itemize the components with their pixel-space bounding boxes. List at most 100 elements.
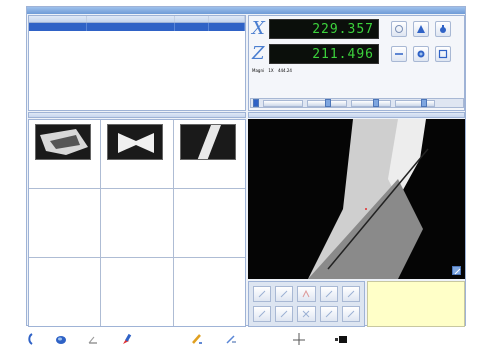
thumbnail-image[interactable] — [35, 124, 91, 160]
tool-point-button[interactable] — [253, 286, 272, 302]
slider-thumb[interactable] — [373, 99, 379, 107]
camera-button[interactable] — [332, 330, 350, 348]
tool-radius-button[interactable] — [341, 306, 360, 322]
lens-button[interactable] — [413, 46, 429, 62]
dro-panel: X 229.357 Z 211.496 Magni 1X 444.24 — [248, 15, 465, 111]
camera-zoom-button[interactable] — [452, 266, 461, 275]
camera-view[interactable] — [248, 119, 465, 279]
circle-tool-icon — [325, 290, 333, 298]
column-header-4[interactable] — [209, 16, 245, 22]
triangle-icon — [417, 25, 425, 33]
probe-button[interactable] — [435, 21, 451, 37]
pen-icon — [192, 334, 202, 344]
x-readout: 229.357 — [269, 19, 379, 39]
angle-tool-icon — [303, 290, 310, 298]
color-picker-button[interactable] — [118, 330, 136, 348]
parallel-tool-icon — [280, 310, 288, 318]
settings-icon — [395, 25, 403, 33]
tool-parallel-button[interactable] — [275, 306, 294, 322]
arc-tool-icon — [258, 310, 266, 318]
gallery-cell-empty[interactable] — [29, 189, 101, 257]
radius-tool-icon — [347, 310, 355, 318]
measure-icon — [88, 336, 97, 344]
pen-button[interactable] — [188, 330, 206, 348]
gallery-cell[interactable] — [173, 120, 245, 188]
list-row-selected[interactable] — [29, 23, 245, 31]
list-cell — [209, 23, 245, 31]
zoom-icon — [454, 268, 461, 275]
gallery-cell-empty[interactable] — [29, 258, 101, 326]
thumbnail-info — [33, 162, 95, 166]
column-header-2[interactable] — [87, 16, 175, 22]
list-cell — [175, 23, 209, 31]
column-header-1[interactable] — [29, 16, 87, 22]
slope-tool-icon — [325, 310, 333, 318]
tool-circle-button[interactable] — [319, 286, 338, 302]
cross-tool-icon — [303, 310, 310, 318]
gallery-cell[interactable] — [29, 120, 101, 188]
triangle-button[interactable] — [413, 21, 429, 37]
probe-icon — [440, 25, 446, 33]
gallery-cell-empty[interactable] — [101, 189, 173, 257]
tool-arc-button[interactable] — [253, 306, 272, 322]
list-cell — [87, 23, 175, 31]
color-picker-icon — [123, 333, 132, 344]
tool-thumbnail-icon — [180, 125, 235, 159]
sphere-button[interactable] — [52, 330, 70, 348]
z-axis-label: Z — [252, 43, 265, 64]
window-button[interactable] — [435, 46, 451, 62]
slider-thumb[interactable] — [421, 99, 427, 107]
slider-segment[interactable] — [263, 100, 303, 107]
live-camera-image — [248, 119, 465, 279]
sphere-icon — [56, 336, 66, 344]
status-text: 444.24 — [277, 68, 292, 73]
line-button[interactable] — [391, 46, 407, 62]
thumbnail-image[interactable] — [179, 124, 236, 160]
gallery-header — [28, 112, 246, 118]
measurement-list[interactable] — [28, 15, 246, 111]
slider-segment[interactable] — [351, 100, 391, 107]
refresh-button[interactable] — [26, 330, 44, 348]
result-note-area[interactable] — [367, 281, 465, 327]
column-header-3[interactable] — [175, 16, 209, 22]
camera-icon — [335, 336, 347, 343]
title-bar — [27, 7, 465, 14]
thumbnail-info — [178, 162, 240, 166]
camera-header — [248, 112, 465, 118]
measure-tools-panel — [248, 281, 365, 327]
bottom-toolbar — [26, 328, 466, 350]
measure-button[interactable] — [84, 330, 102, 348]
status-text: 1X — [268, 68, 274, 73]
z-readout: 211.496 — [269, 44, 379, 64]
slider-segment[interactable] — [395, 100, 435, 107]
image-gallery — [28, 119, 246, 327]
gallery-cell-empty[interactable] — [101, 258, 173, 326]
point-tool-icon — [258, 290, 266, 298]
thumbnail-image[interactable] — [107, 124, 164, 160]
slider-thumb[interactable] — [325, 99, 331, 107]
slider-toggle[interactable] — [253, 99, 259, 107]
measurement-app-window: X 229.357 Z 211.496 Magni 1X 444.24 — [26, 6, 466, 327]
lens-icon — [417, 50, 425, 58]
tool-slope-button[interactable] — [319, 306, 338, 322]
list-header — [29, 16, 245, 23]
edit-icon — [226, 335, 236, 344]
tool-thumbnail-icon — [36, 125, 90, 159]
tool-angle-button[interactable] — [297, 286, 316, 302]
status-text: Magni — [252, 68, 265, 73]
refresh-icon — [28, 333, 33, 345]
crosshair-icon — [293, 333, 305, 345]
line-tool-icon — [280, 290, 288, 298]
edit-button[interactable] — [222, 330, 240, 348]
gallery-cell-empty[interactable] — [173, 258, 245, 326]
crosshair-button[interactable] — [290, 330, 308, 348]
gallery-cell-empty[interactable] — [173, 189, 245, 257]
gallery-cell[interactable] — [101, 120, 173, 188]
distance-tool-icon — [347, 290, 355, 298]
tool-cross-button[interactable] — [297, 306, 316, 322]
magnification-status: Magni 1X 444.24 — [252, 68, 295, 73]
tool-thumbnail-icon — [108, 125, 163, 159]
tool-distance-button[interactable] — [341, 286, 360, 302]
tool-line-button[interactable] — [275, 286, 294, 302]
settings-button[interactable] — [391, 21, 407, 37]
